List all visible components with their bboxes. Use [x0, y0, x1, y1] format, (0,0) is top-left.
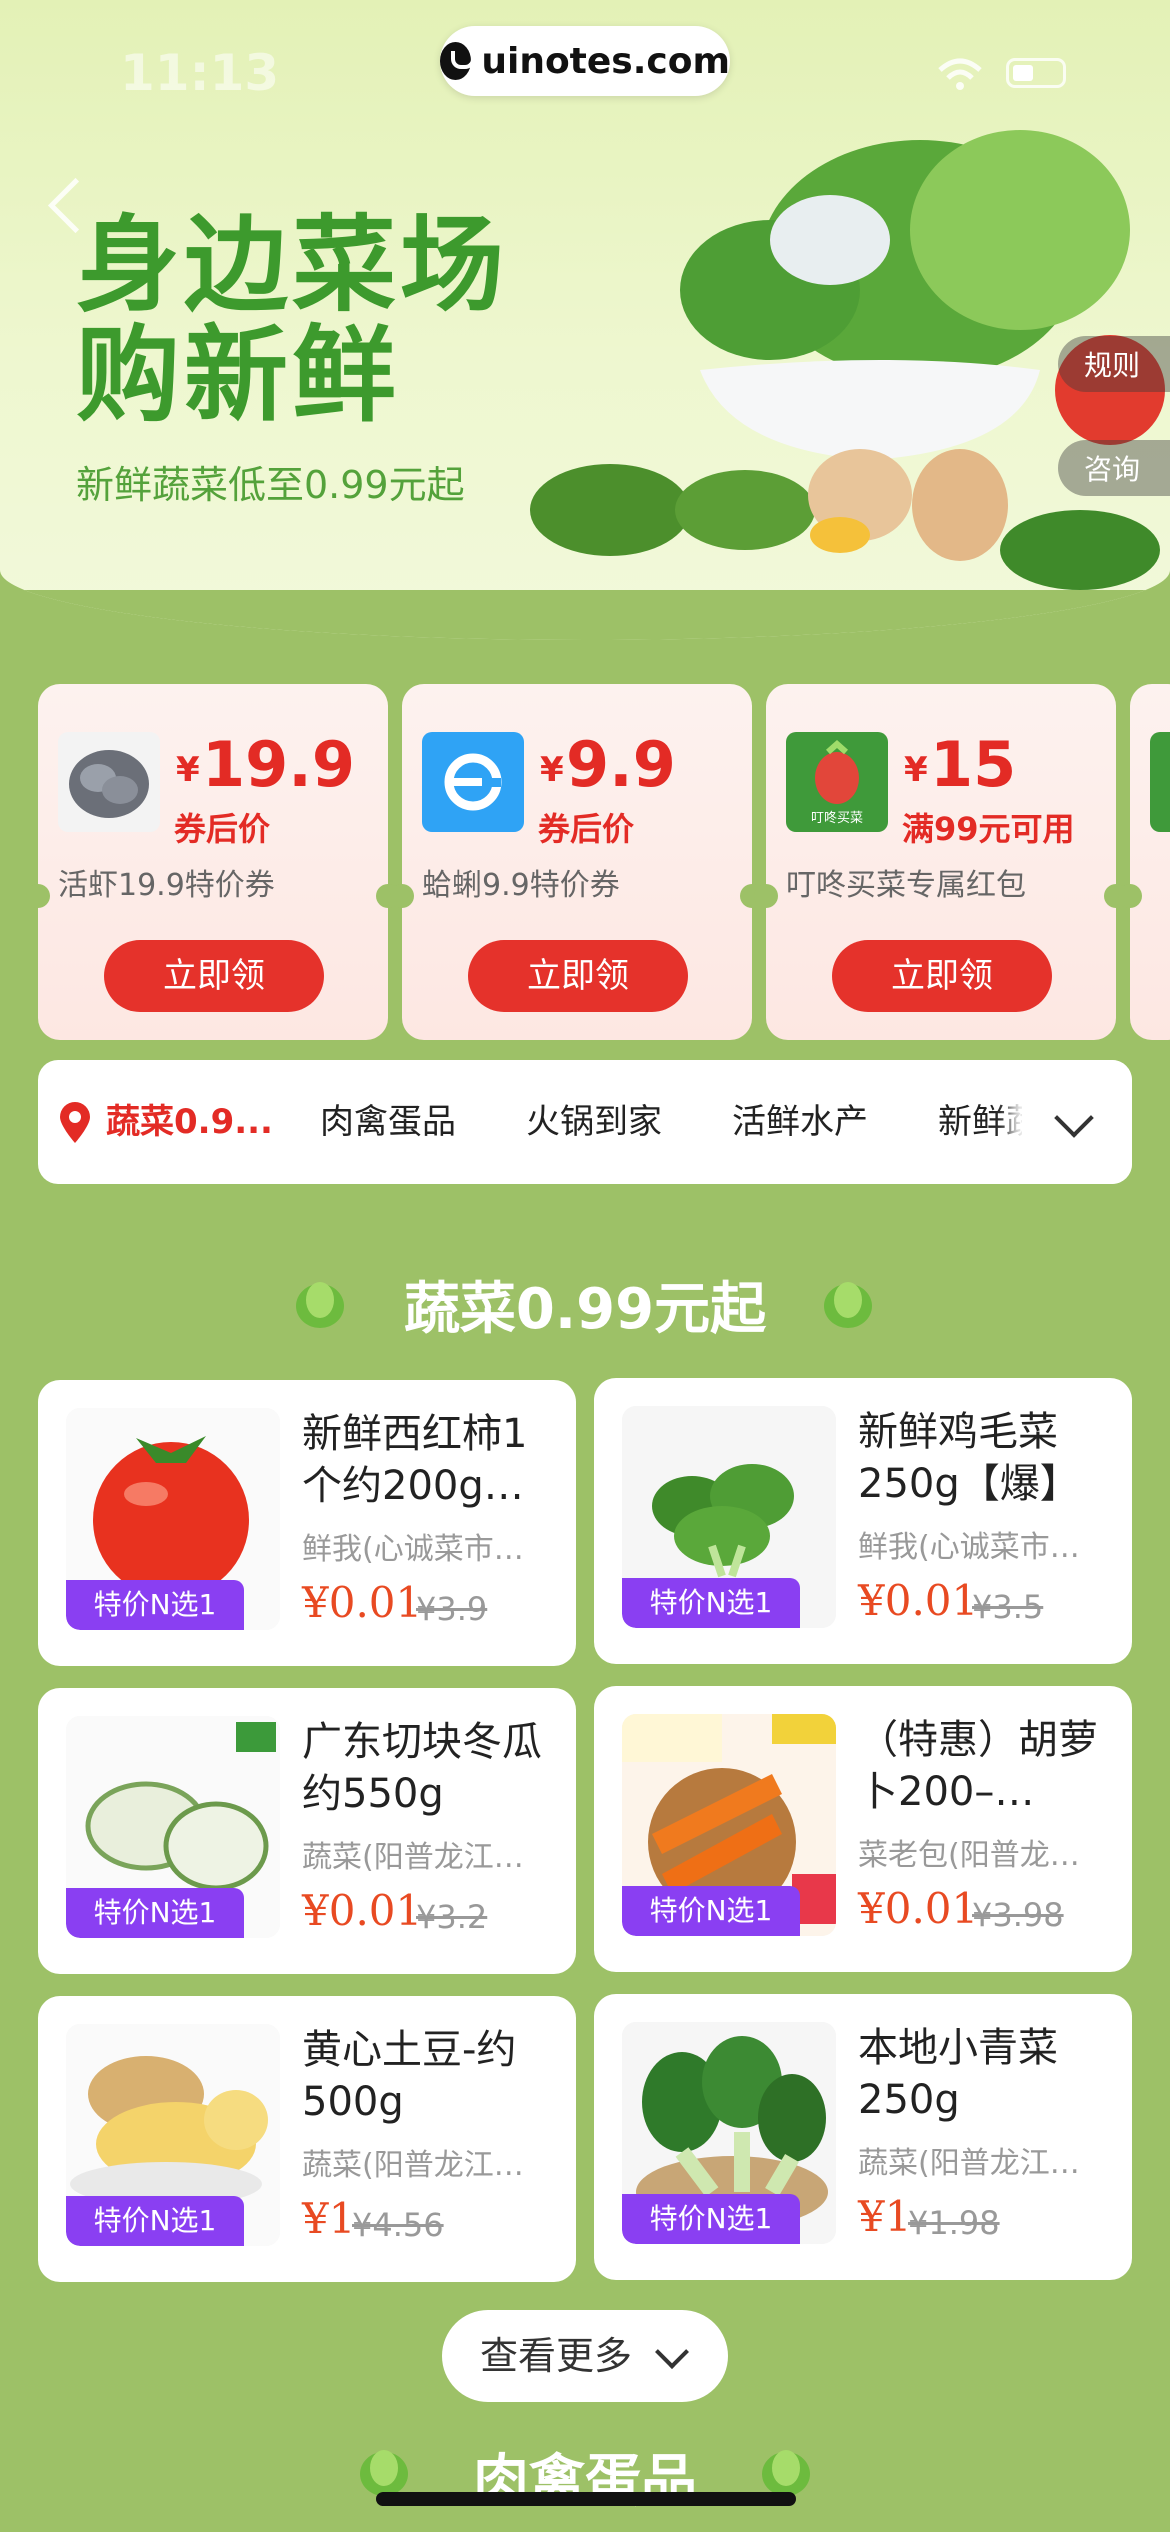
coupon-desc: 叮咚买菜专属红包: [786, 868, 1026, 903]
coupon-currency: ¥: [176, 750, 200, 790]
coupon-desc: 活虾19.9特价券: [58, 868, 275, 903]
consult-tab[interactable]: 咨询: [1058, 440, 1170, 496]
product-name: 广东切块冬瓜约550g: [302, 1719, 542, 1817]
product-price: ¥1: [858, 2192, 912, 2241]
product-shop: 菜老包(阳普龙…: [858, 1838, 1080, 1873]
product-shop: 鲜我(心诚菜市…: [302, 1532, 524, 1567]
product-old-price: ¥3.5: [972, 1588, 1044, 1626]
product-old-price: ¥3.2: [416, 1898, 488, 1936]
view-more-button[interactable]: 查看更多: [442, 2310, 728, 2402]
potato-image: 特价N选1: [66, 2024, 280, 2246]
location-pin-icon: [60, 1102, 90, 1143]
coupon-condition: 满99元可用: [902, 810, 1075, 848]
watermark-badge: uinotes.com: [440, 26, 730, 96]
coupon-condition: 券后价: [538, 810, 635, 848]
home-indicator: [376, 2492, 796, 2506]
claim-button[interactable]: 立即领: [468, 940, 688, 1012]
cabbage-icon: [824, 1282, 872, 1328]
deal-badge: 特价N选1: [622, 2194, 800, 2244]
coupon-amount: 9.9: [566, 728, 676, 801]
coupon-amount: 19.9: [202, 728, 355, 801]
product-price: ¥1: [302, 2194, 356, 2243]
hero-curve: [0, 590, 1170, 640]
product-card[interactable]: 特价N选1 黄心土豆-约500g 蔬菜(阳普龙江… ¥1 ¥4.56: [38, 1996, 576, 2282]
product-name: 新鲜西红柿1个约200g…: [302, 1411, 528, 1509]
rules-tab[interactable]: 规则: [1058, 336, 1170, 392]
coupon-card[interactable]: ¥ 9.9 券后价 蛤蜊9.9特价券 立即领: [390, 684, 764, 1040]
deal-badge: 特价N选1: [66, 1888, 244, 1938]
carrot-image: 特价N选1: [622, 1714, 836, 1936]
product-price: ¥0.01: [858, 1576, 979, 1625]
coupon-currency: ¥: [540, 750, 564, 790]
cabbage-icon: [762, 2450, 810, 2496]
product-card[interactable]: 特价N选1 本地小青菜250g 蔬菜(阳普龙江… ¥1 ¥1.98: [594, 1994, 1132, 2280]
wax-gourd-image: 特价N选1: [66, 1716, 280, 1938]
hero-title-line2: 购新鲜: [76, 314, 401, 436]
tab-vegetables[interactable]: 蔬菜0.9...: [106, 1060, 273, 1184]
deal-badge: 特价N选1: [66, 2196, 244, 2246]
view-more-label: 查看更多: [480, 2334, 633, 2378]
deal-badge: 特价N选1: [66, 1580, 244, 1630]
eleme-logo-icon: [422, 732, 524, 832]
hero-title: 身边菜场 购新鲜: [76, 210, 536, 430]
coupon-card[interactable]: 叮咚买菜 ¥ 15 满99元可用 叮咚买菜专属红包 立即领: [754, 684, 1128, 1040]
claim-button[interactable]: 立即领: [832, 940, 1052, 1012]
product-price: ¥0.01: [302, 1578, 423, 1627]
status-bar: 11:13 uinotes.com: [0, 0, 1170, 140]
category-tabbar: 蔬菜0.9... 肉禽蛋品 火锅到家 活鲜水产 新鲜蔬: [38, 1060, 1132, 1184]
hero-subtitle: 新鲜蔬菜低至0.99元起: [76, 463, 465, 507]
expand-tabs-button[interactable]: [1022, 1060, 1132, 1184]
product-card[interactable]: 特价N选1 （特惠）胡萝卜200–… 菜老包(阳普龙… ¥0.01 ¥3.98: [594, 1686, 1132, 1972]
hero-title-line1: 身边菜场: [76, 204, 509, 326]
tab-seafood[interactable]: 活鲜水产: [732, 1060, 868, 1184]
product-shop: 鲜我(心诚菜市…: [858, 1530, 1080, 1565]
product-name: 黄心土豆-约500g: [302, 2027, 517, 2125]
product-old-price: ¥3.98: [972, 1896, 1064, 1934]
product-shop: 蔬菜(阳普龙江…: [302, 2148, 524, 2183]
tomato-image: 特价N选1: [66, 1408, 280, 1630]
coupon-card[interactable]: ¥ 19.9 券后价 活虾19.9特价券 立即领: [26, 684, 400, 1040]
deal-badge: 特价N选1: [622, 1886, 800, 1936]
product-name: 本地小青菜250g: [858, 2025, 1058, 2123]
product-shop: 蔬菜(阳普龙江…: [302, 1840, 524, 1875]
product-name: （特惠）胡萝卜200–…: [858, 1717, 1098, 1815]
greens-image: 特价N选1: [622, 1406, 836, 1628]
coupon-currency: ¥: [904, 750, 928, 790]
product-old-price: ¥1.98: [908, 2204, 1000, 2242]
deal-badge: 特价N选1: [622, 1578, 800, 1628]
product-shop: 蔬菜(阳普龙江…: [858, 2146, 1080, 2181]
chevron-down-icon: [1054, 1098, 1094, 1138]
coupon-condition: 券后价: [174, 810, 271, 848]
shrimp-logo-icon: [58, 732, 160, 832]
watermark-text: uinotes.com: [481, 40, 730, 82]
product-card[interactable]: 特价N选1 新鲜西红柿1个约200g… 鲜我(心诚菜市… ¥0.01 ¥3.9: [38, 1380, 576, 1666]
claim-button[interactable]: 立即领: [104, 940, 324, 1012]
product-name: 新鲜鸡毛菜250g【爆】: [858, 1409, 1080, 1507]
product-old-price: ¥3.9: [416, 1590, 488, 1628]
section-title: 蔬菜0.99元起: [403, 1277, 767, 1342]
coupon-amount: 15: [930, 728, 1017, 801]
tab-meat-eggs[interactable]: 肉禽蛋品: [320, 1060, 456, 1184]
bok-choy-image: 特价N选1: [622, 2022, 836, 2244]
tab-hotpot[interactable]: 火锅到家: [526, 1060, 662, 1184]
product-old-price: ¥4.56: [352, 2206, 444, 2244]
product-card[interactable]: 特价N选1 新鲜鸡毛菜250g【爆】 鲜我(心诚菜市… ¥0.01 ¥3.5: [594, 1378, 1132, 1664]
dingdong-logo-icon: 叮咚买菜: [786, 732, 888, 832]
product-price: ¥0.01: [302, 1886, 423, 1935]
dingdong-logo-text: 叮咚买菜: [810, 811, 863, 826]
product-card[interactable]: 特价N选1 广东切块冬瓜约550g 蔬菜(阳普龙江… ¥0.01 ¥3.2: [38, 1688, 576, 1974]
chevron-down-icon: [655, 2335, 689, 2369]
status-time: 11:13: [120, 44, 280, 102]
coupon-desc: 蛤蜊9.9特价券: [422, 868, 620, 903]
coupon-logo-partial: [1150, 732, 1170, 832]
uinotes-logo-icon: [440, 42, 476, 80]
coupon-card-partial[interactable]: [1118, 684, 1170, 1040]
wifi-icon: [938, 58, 982, 90]
battery-icon: [1006, 58, 1066, 88]
product-price: ¥0.01: [858, 1884, 979, 1933]
